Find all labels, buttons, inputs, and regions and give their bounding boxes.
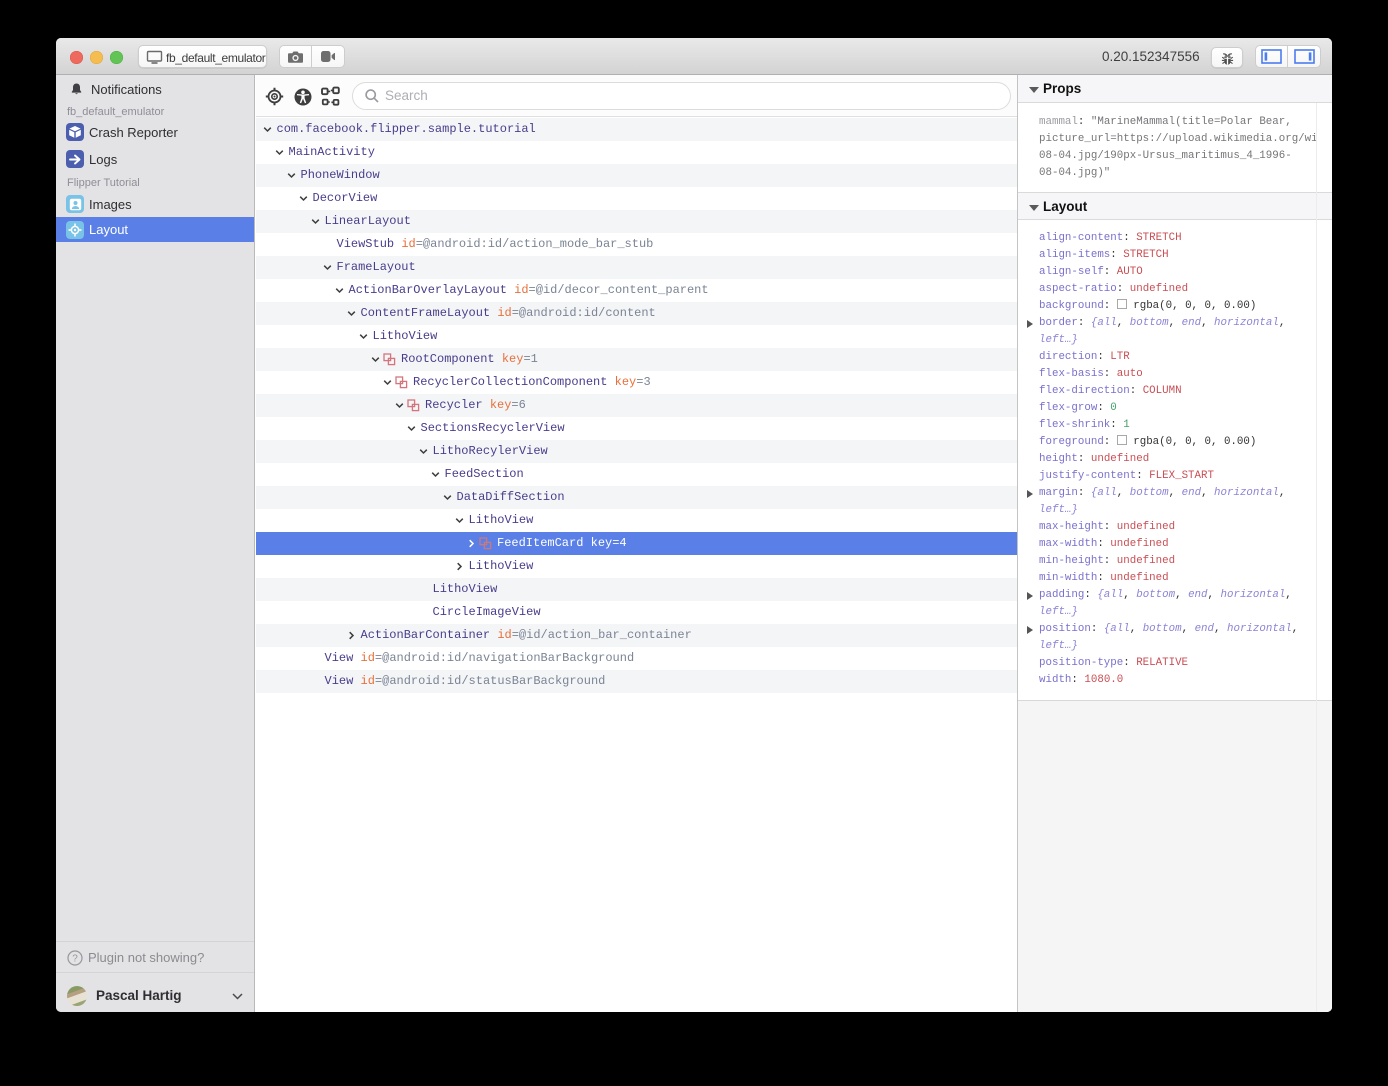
svg-text:?: ? [72, 954, 78, 965]
